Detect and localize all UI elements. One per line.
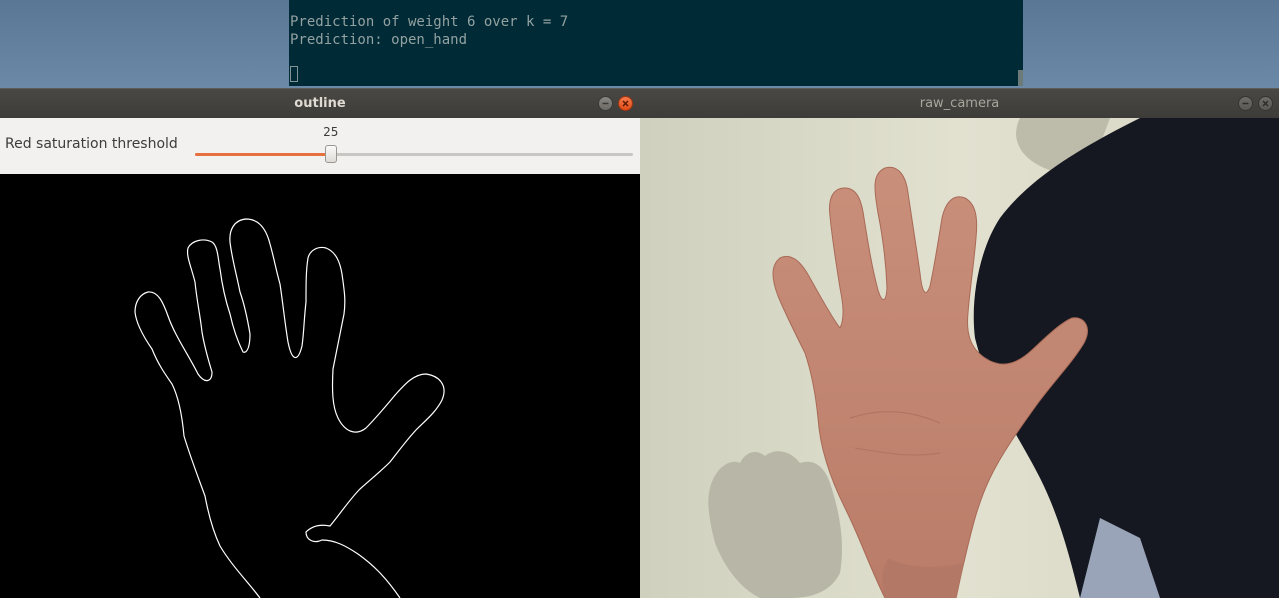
outline-titlebar[interactable]: outline [0, 88, 640, 118]
outline-image [0, 174, 640, 598]
window-title: raw_camera [919, 96, 1000, 111]
minimize-button[interactable] [1238, 96, 1253, 111]
raw-camera-window: raw_camera [640, 88, 1279, 598]
slider-thumb[interactable] [324, 145, 337, 163]
trackbar-panel: Red saturation threshold 25 [0, 118, 640, 174]
close-icon [1262, 100, 1269, 107]
close-button[interactable] [1258, 96, 1273, 111]
terminal-output-line: Prediction: open_hand [290, 32, 468, 48]
minimize-icon [602, 102, 609, 105]
raw-camera-titlebar[interactable]: raw_camera [640, 88, 1279, 118]
close-icon [622, 100, 629, 107]
window-title: outline [294, 96, 346, 111]
terminal-scrollbar[interactable] [1018, 70, 1023, 86]
slider-label: Red saturation threshold [5, 136, 178, 152]
slider-value: 25 [323, 125, 339, 139]
minimize-button[interactable] [598, 96, 613, 111]
camera-scene-drawing [640, 118, 1279, 598]
close-button[interactable] [618, 96, 633, 111]
terminal-window[interactable]: Prediction of weight 6 over k = 7 Predic… [289, 0, 1023, 86]
minimize-icon [1242, 102, 1249, 105]
slider-fill [195, 153, 331, 156]
terminal-output-line: Prediction of weight 6 over k = 7 [290, 14, 569, 30]
camera-feed-image [640, 118, 1279, 598]
terminal-cursor [290, 66, 298, 82]
outline-window: outline Red saturation threshold 25 [0, 88, 640, 598]
hand-outline-drawing [134, 218, 445, 598]
slider-track[interactable] [195, 153, 633, 156]
